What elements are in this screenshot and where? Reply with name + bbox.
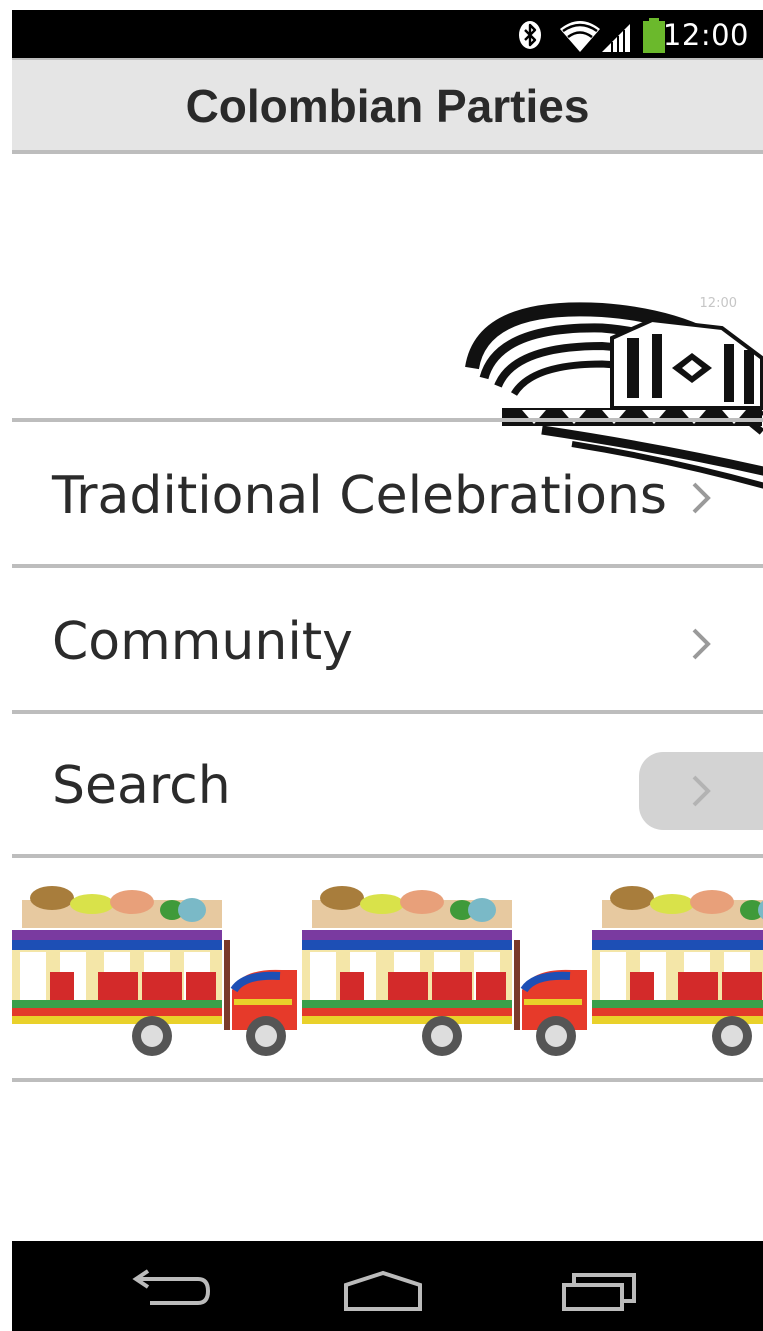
- page-title: Colombian Parties: [185, 80, 590, 132]
- action-bar: Colombian Parties: [12, 58, 763, 154]
- divider: [12, 1078, 763, 1082]
- menu-item-community[interactable]: Community: [12, 572, 763, 712]
- bluetooth-icon: [519, 21, 541, 49]
- app-screen: 12:00 Colombian Parties 12:00 Traditiona…: [12, 0, 763, 1331]
- chevron-right-icon: [692, 628, 711, 660]
- recent-apps-icon[interactable]: [554, 1263, 644, 1313]
- wifi-icon: [560, 21, 600, 52]
- chevron-right-icon: [692, 482, 711, 514]
- status-time: 12:00: [662, 18, 749, 52]
- pressed-highlight: [639, 752, 763, 830]
- home-icon[interactable]: [338, 1263, 428, 1313]
- hat-banner: 12:00: [12, 158, 763, 489]
- back-icon[interactable]: [124, 1263, 214, 1313]
- menu-item-traditional-celebrations[interactable]: Traditional Celebrations: [12, 426, 763, 566]
- bus-banner: [12, 860, 763, 1080]
- menu-item-search[interactable]: Search: [12, 716, 763, 856]
- divider: [12, 710, 763, 714]
- chevron-right-icon: [692, 775, 711, 807]
- navigation-bar: [12, 1241, 763, 1331]
- divider: [12, 854, 763, 858]
- divider: [12, 418, 763, 422]
- divider: [12, 564, 763, 568]
- status-bar: 12:00: [12, 10, 763, 58]
- menu-item-label: Search: [52, 756, 231, 816]
- chiva-bus-image: [12, 860, 763, 1080]
- menu-item-label: Traditional Celebrations: [52, 466, 667, 526]
- signal-icon: [602, 24, 630, 52]
- menu-item-label: Community: [52, 612, 353, 672]
